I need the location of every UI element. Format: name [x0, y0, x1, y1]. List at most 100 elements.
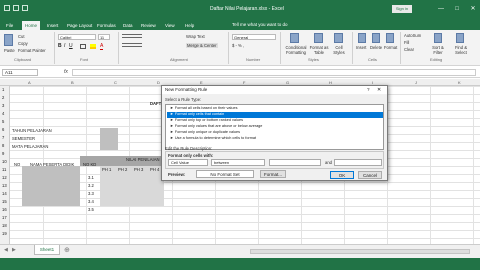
tab-file[interactable]: File: [3, 21, 16, 30]
row-header[interactable]: 14: [2, 191, 7, 196]
help-icon[interactable]: ?: [367, 86, 370, 94]
scroll-right-icon[interactable]: ▶: [12, 247, 16, 253]
column-header[interactable]: A: [28, 79, 31, 86]
redo-icon[interactable]: [22, 5, 28, 11]
row-header[interactable]: 19: [2, 231, 7, 236]
scroll-left-icon[interactable]: ◀: [4, 247, 8, 253]
clear-button[interactable]: Clear: [404, 47, 414, 52]
maximize-button[interactable]: □: [452, 5, 462, 13]
borders-icon[interactable]: [80, 44, 86, 49]
conditional-formatting-button[interactable]: Conditional Formatting: [284, 45, 308, 55]
tab-view[interactable]: View: [162, 21, 178, 30]
autosum-button[interactable]: AutoSum: [404, 33, 421, 38]
row-header[interactable]: 10: [2, 159, 7, 164]
operator-select[interactable]: between: [211, 159, 265, 166]
tell-me-search[interactable]: Tell me what you want to do: [232, 22, 288, 27]
close-icon[interactable]: ✕: [377, 86, 381, 94]
column-header[interactable]: D: [157, 79, 160, 86]
column-header[interactable]: K: [458, 79, 461, 86]
tab-insert[interactable]: Insert: [44, 21, 61, 30]
font-color-icon[interactable]: A: [100, 43, 104, 50]
tab-page-layout[interactable]: Page Layout: [64, 21, 95, 30]
delete-cells-button[interactable]: Delete: [370, 45, 382, 50]
row-header[interactable]: 9: [2, 151, 4, 156]
paste-icon[interactable]: [4, 34, 13, 46]
minimize-button[interactable]: —: [436, 5, 446, 13]
delete-cells-icon[interactable]: [372, 33, 380, 43]
max-value-input[interactable]: [334, 159, 382, 166]
row-header[interactable]: 11: [2, 167, 6, 172]
format-as-table-button[interactable]: Format as Table: [308, 45, 330, 55]
row-header[interactable]: 7: [2, 135, 4, 140]
format-painter-button[interactable]: Format Painter: [18, 48, 46, 53]
formula-input[interactable]: [72, 69, 476, 76]
accounting-icon[interactable]: $ - % ,: [232, 43, 244, 48]
font-name-select[interactable]: Calibri: [58, 34, 96, 40]
rule-type-list[interactable]: ► Format all cells based on their values…: [165, 104, 384, 150]
row-header[interactable]: 13: [2, 183, 7, 188]
conditional-formatting-icon[interactable]: [290, 33, 299, 43]
align-left-icon[interactable]: [122, 43, 142, 47]
sort-filter-button[interactable]: Sort & Filter: [428, 45, 448, 55]
row-header[interactable]: 12: [2, 175, 7, 180]
row-header[interactable]: 8: [2, 143, 4, 148]
cell-styles-icon[interactable]: [334, 33, 343, 43]
tab-review[interactable]: Review: [138, 21, 159, 30]
sheet-tab-sheet1[interactable]: Sheet1: [34, 245, 60, 255]
bold-icon[interactable]: B: [58, 43, 62, 49]
row-header[interactable]: 15: [2, 199, 7, 204]
row-header[interactable]: 4: [2, 111, 4, 116]
find-select-icon[interactable]: [456, 33, 464, 43]
row-header[interactable]: 5: [2, 119, 4, 124]
italic-icon[interactable]: I: [64, 43, 65, 49]
format-cells-button[interactable]: Format: [384, 45, 397, 50]
cancel-button[interactable]: Cancel: [358, 171, 382, 179]
undo-icon[interactable]: [13, 5, 19, 11]
tab-data[interactable]: Data: [120, 21, 136, 30]
condition-type-select[interactable]: Cell Value: [168, 159, 208, 166]
rule-type-item[interactable]: ► Use a formula to determine which cells…: [167, 136, 383, 142]
format-cells-icon[interactable]: [386, 33, 394, 43]
name-box[interactable]: A11: [2, 69, 38, 76]
row-header[interactable]: 6: [2, 127, 4, 132]
horizontal-scrollbar[interactable]: [250, 249, 470, 254]
row-header[interactable]: 2: [2, 95, 4, 100]
sign-in-button[interactable]: Sign in: [392, 5, 412, 13]
close-window-button[interactable]: ✕: [468, 5, 478, 13]
row-header[interactable]: 3: [2, 103, 4, 108]
column-header[interactable]: J: [415, 79, 417, 86]
rule-type-item-selected[interactable]: ► Format only cells that contain: [167, 112, 383, 118]
fill-button[interactable]: Fill: [404, 40, 409, 45]
align-top-icon[interactable]: [122, 34, 142, 38]
find-select-button[interactable]: Find & Select: [450, 45, 472, 55]
row-header[interactable]: 18: [2, 223, 7, 228]
tab-home[interactable]: Home: [22, 21, 41, 30]
number-format-select[interactable]: General: [232, 34, 276, 40]
save-icon[interactable]: [4, 5, 10, 11]
ok-button[interactable]: OK: [330, 171, 354, 179]
rule-type-item[interactable]: ► Format all cells based on their values: [167, 106, 383, 112]
row-header[interactable]: 1: [2, 87, 4, 92]
fill-color-icon[interactable]: [90, 44, 96, 49]
merge-center-button[interactable]: Merge & Center: [186, 43, 218, 48]
rule-type-item[interactable]: ► Format only top or bottom ranked value…: [167, 118, 383, 124]
rule-type-item[interactable]: ► Format only values that are above or b…: [167, 124, 383, 130]
format-button[interactable]: Format...: [260, 170, 286, 178]
wrap-text-button[interactable]: Wrap Text: [186, 34, 205, 39]
row-header[interactable]: 16: [2, 207, 7, 212]
tab-help[interactable]: Help: [182, 21, 197, 30]
format-as-table-icon[interactable]: [314, 33, 323, 43]
copy-button[interactable]: Copy: [18, 41, 28, 46]
insert-function-icon[interactable]: fx: [64, 69, 68, 75]
cut-button[interactable]: Cut: [18, 34, 25, 39]
sort-filter-icon[interactable]: [434, 33, 442, 43]
min-value-input[interactable]: [269, 159, 321, 166]
add-sheet-icon[interactable]: ⊕: [64, 246, 70, 254]
rule-type-item[interactable]: ► Format only unique or duplicate values: [167, 130, 383, 136]
insert-cells-icon[interactable]: [358, 33, 366, 43]
row-header[interactable]: 17: [2, 215, 7, 220]
tab-formulas[interactable]: Formulas: [94, 21, 119, 30]
font-size-select[interactable]: 11: [98, 34, 110, 40]
column-header[interactable]: C: [114, 79, 117, 86]
underline-icon[interactable]: U: [69, 43, 73, 49]
